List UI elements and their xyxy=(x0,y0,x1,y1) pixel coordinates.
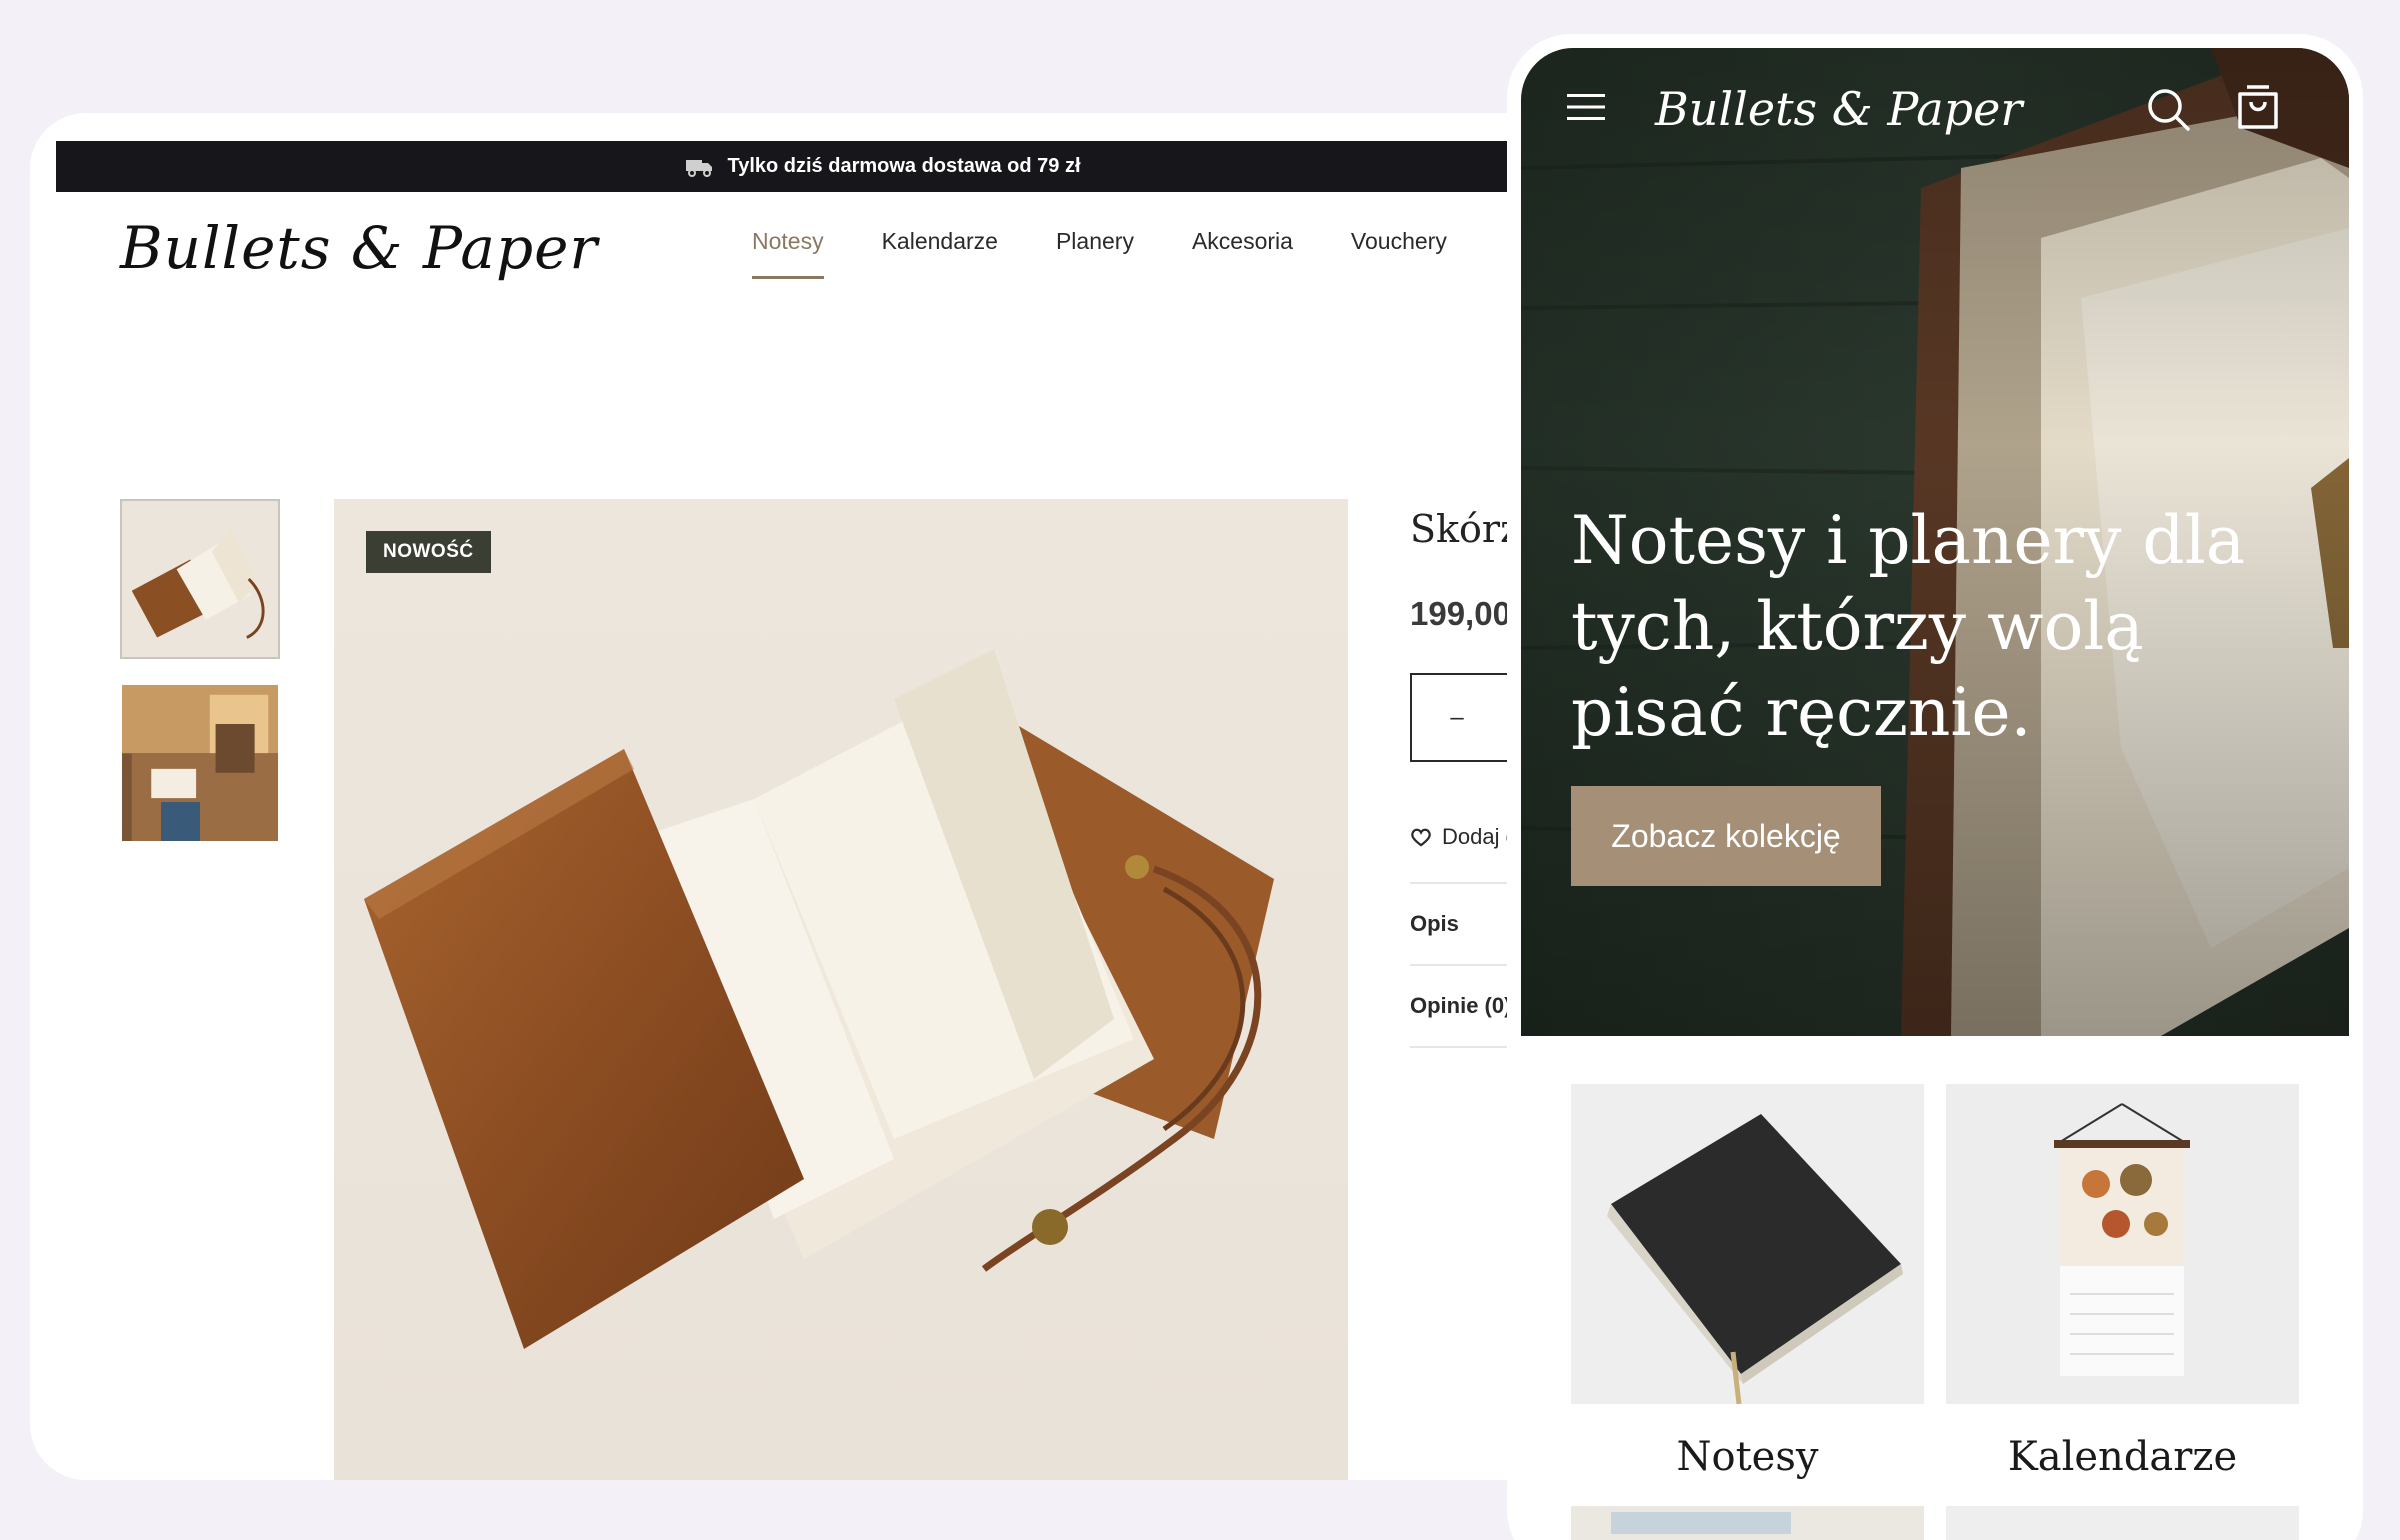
menu-icon[interactable] xyxy=(1567,92,1605,122)
nav-item-notesy[interactable]: Notesy xyxy=(752,228,824,279)
desktop-screen: Tylko dziś darmowa dostawa od 79 zł Bull… xyxy=(56,141,1570,1480)
nav-item-akcesoria[interactable]: Akcesoria xyxy=(1192,228,1293,279)
category-image-notesy xyxy=(1571,1084,1924,1404)
promo-bar: Tylko dziś darmowa dostawa od 79 zł xyxy=(56,141,1570,192)
logo[interactable]: Bullets & Paper xyxy=(120,214,598,282)
thumbnail-2[interactable] xyxy=(120,683,280,843)
mobile-mockup: Bullets & Paper Notesy i planery dla tyc… xyxy=(1507,34,2363,1540)
mobile-logo[interactable]: Bullets & Paper xyxy=(1655,82,2022,136)
new-badge: NOWOŚĆ xyxy=(366,531,491,573)
category-card-notesy[interactable]: Notesy xyxy=(1571,1084,1924,1496)
mobile-screen: Bullets & Paper Notesy i planery dla tyc… xyxy=(1521,48,2349,1540)
heart-icon xyxy=(1411,828,1431,847)
promo-text: Tylko dziś darmowa dostawa od 79 zł xyxy=(727,155,1081,177)
hero-title: Notesy i planery dla tych, którzy wolą p… xyxy=(1571,502,2246,751)
main-nav: Notesy Kalendarze Planery Akcesoria Vouc… xyxy=(752,228,1447,279)
category-image-kalendarze xyxy=(1946,1084,2299,1404)
category-card-next-1[interactable] xyxy=(1571,1506,1924,1540)
nav-item-planery[interactable]: Planery xyxy=(1056,228,1134,279)
product-main-image[interactable]: NOWOŚĆ xyxy=(334,499,1348,1480)
nav-item-kalendarze[interactable]: Kalendarze xyxy=(882,228,998,279)
hero-banner: Bullets & Paper Notesy i planery dla tyc… xyxy=(1521,48,2349,1036)
category-grid: Notesy Kalendarze xyxy=(1571,1084,2299,1540)
desktop-mockup: Tylko dziś darmowa dostawa od 79 zł Bull… xyxy=(30,113,1570,1480)
view-collection-button[interactable]: Zobacz kolekcję xyxy=(1571,786,1881,886)
product-thumbnails xyxy=(120,499,280,867)
cart-icon[interactable] xyxy=(2237,84,2279,130)
category-card-kalendarze[interactable]: Kalendarze xyxy=(1946,1084,2299,1496)
mobile-header: Bullets & Paper xyxy=(1521,48,2349,168)
category-card-next-2[interactable] xyxy=(1946,1506,2299,1540)
search-icon[interactable] xyxy=(2145,86,2191,132)
quantity-decrease-button[interactable]: – xyxy=(1412,704,1502,732)
category-label-kalendarze: Kalendarze xyxy=(2007,1434,2238,1480)
desktop-header: Bullets & Paper Notesy Kalendarze Planer… xyxy=(56,192,1570,312)
category-label-notesy: Notesy xyxy=(1676,1434,1819,1480)
truck-icon xyxy=(686,159,713,177)
thumbnail-1[interactable] xyxy=(120,499,280,659)
nav-item-vouchery[interactable]: Vouchery xyxy=(1351,228,1447,279)
